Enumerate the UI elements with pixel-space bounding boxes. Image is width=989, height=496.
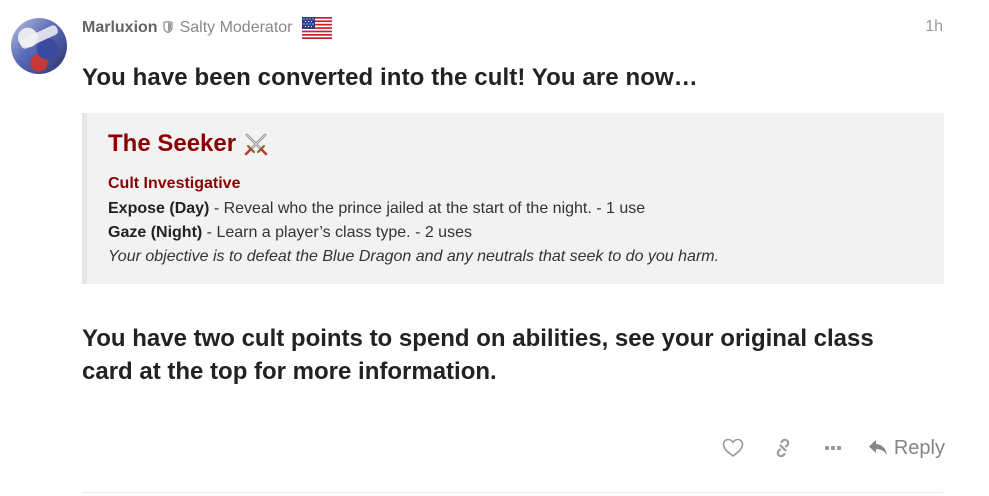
role-title-text: The Seeker bbox=[108, 130, 237, 157]
reply-button[interactable]: Reply bbox=[868, 437, 945, 460]
share-link-button[interactable] bbox=[771, 438, 795, 458]
more-button[interactable] bbox=[821, 445, 845, 451]
heart-icon bbox=[722, 438, 744, 458]
ability-gaze: Gaze (Night) - Learn a player’s class ty… bbox=[108, 224, 472, 242]
crossed-swords-icon bbox=[243, 131, 269, 157]
post-meta: Marluxion Salty Moderator bbox=[82, 17, 332, 39]
post-footer-text: You have two cult points to spend on abi… bbox=[82, 325, 874, 385]
username-link[interactable]: Marluxion bbox=[82, 19, 158, 37]
ability-name: Expose (Day) bbox=[108, 200, 210, 217]
shield-icon bbox=[162, 20, 173, 38]
role-title: The Seeker bbox=[108, 130, 269, 158]
link-icon bbox=[776, 438, 790, 458]
reply-icon bbox=[868, 440, 887, 455]
post-divider bbox=[82, 492, 943, 493]
ability-expose: Expose (Day) - Reveal who the prince jai… bbox=[108, 200, 645, 218]
post-actions: Reply bbox=[721, 434, 945, 462]
role-type: Cult Investigative bbox=[108, 175, 241, 192]
role-card: The Seeker Cult Investigative Expose (Da… bbox=[82, 113, 944, 284]
post-age[interactable]: 1h bbox=[925, 18, 943, 36]
reply-label: Reply bbox=[893, 436, 945, 459]
ability-name: Gaze (Night) bbox=[108, 224, 203, 241]
like-button[interactable] bbox=[721, 438, 745, 458]
role-objective: Your objective is to defeat the Blue Dra… bbox=[108, 248, 720, 265]
ability-description: - Reveal who the prince jailed at the st… bbox=[209, 200, 646, 217]
more-icon bbox=[824, 446, 841, 450]
user-title: Salty Moderator bbox=[179, 19, 293, 36]
ability-description: - Learn a player’s class type. - 2 uses bbox=[202, 224, 472, 241]
post-heading: You have been converted into the cult! Y… bbox=[82, 64, 698, 91]
us-flag-icon bbox=[301, 17, 332, 39]
avatar[interactable] bbox=[11, 18, 67, 74]
